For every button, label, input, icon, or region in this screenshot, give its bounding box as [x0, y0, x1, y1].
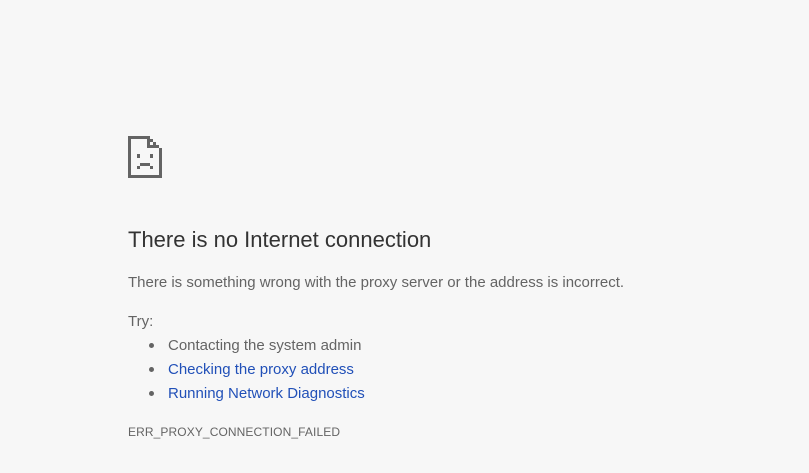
try-label: Try: — [128, 313, 154, 330]
suggestions-list: Contacting the system admin Checking the… — [128, 335, 365, 407]
error-headline: There is no Internet connection — [128, 227, 432, 252]
error-description: There is something wrong with the proxy … — [128, 274, 625, 291]
check-proxy-link[interactable]: Checking the proxy address — [168, 361, 354, 378]
network-diagnostics-link[interactable]: Running Network Diagnostics — [168, 385, 365, 402]
suggestion-contact-admin: Contacting the system admin — [128, 335, 365, 359]
error-page: There is no Internet connection There is… — [0, 0, 809, 473]
suggestion-check-proxy: Checking the proxy address — [128, 359, 365, 383]
error-code: ERR_PROXY_CONNECTION_FAILED — [128, 425, 341, 439]
suggestion-text: Contacting the system admin — [168, 337, 362, 354]
suggestion-network-diagnostics: Running Network Diagnostics — [128, 383, 365, 407]
bullet-icon — [149, 367, 154, 372]
sad-page-icon — [128, 136, 162, 178]
bullet-icon — [149, 391, 154, 396]
bullet-icon — [149, 343, 154, 348]
